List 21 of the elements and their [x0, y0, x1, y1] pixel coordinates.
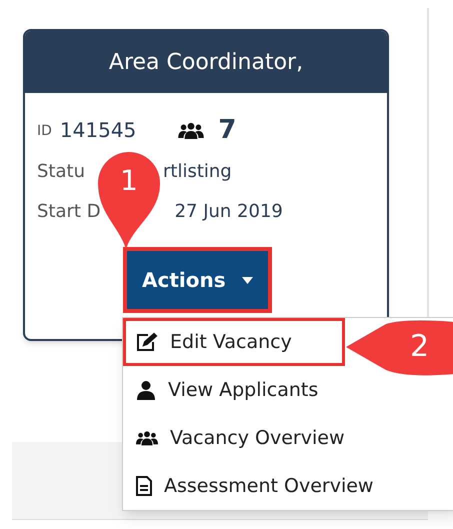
menu-item[interactable]: Assessment Overview: [123, 462, 453, 510]
status-label: Statu: [37, 160, 85, 184]
callout-number: 1: [120, 167, 138, 195]
status-value: rtlisting: [162, 160, 232, 184]
start-date-label: Start D: [37, 200, 101, 224]
applicant-count: 7: [218, 117, 236, 143]
caret-icon: [242, 276, 253, 284]
group-icon: [178, 122, 204, 139]
menu-item[interactable]: Edit Vacancy: [123, 318, 345, 366]
id-value: 141545: [60, 117, 136, 144]
edit-icon: [136, 332, 158, 352]
document-icon: [136, 476, 152, 496]
actions-button[interactable]: Actions: [127, 251, 268, 309]
callout-number: 2: [410, 332, 430, 362]
menu-item[interactable]: Vacancy Overview: [123, 414, 453, 462]
card-title: Area Coordinator,: [108, 48, 304, 76]
id-label: ID: [37, 122, 52, 141]
menu-item[interactable]: View Applicants: [123, 366, 453, 414]
person-icon: [136, 380, 156, 400]
start-date-value: 27 Jun 2019: [174, 200, 283, 224]
group-icon: [136, 430, 158, 446]
